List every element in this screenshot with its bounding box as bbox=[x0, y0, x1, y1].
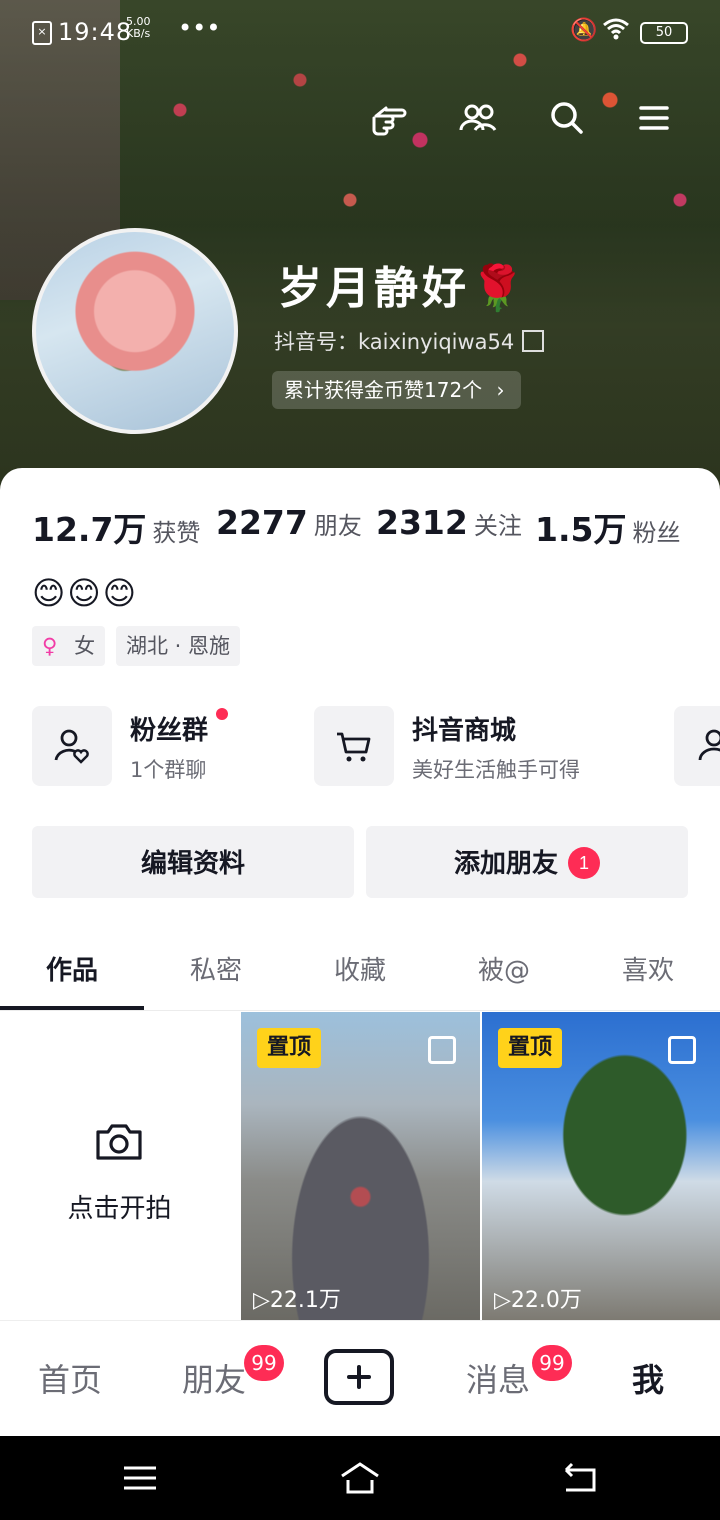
video-thumbnail[interactable]: 置顶 ▷22.1万 bbox=[241, 1012, 480, 1320]
create-button[interactable] bbox=[324, 1349, 394, 1405]
tab-works[interactable]: 作品 bbox=[0, 950, 144, 987]
add-friend-button[interactable]: 添加朋友 1 bbox=[366, 826, 688, 898]
edit-profile-button[interactable]: 编辑资料 bbox=[32, 826, 354, 898]
coin-likes-pill[interactable]: 累计获得金币赞172个 › bbox=[272, 371, 521, 409]
plus-icon bbox=[347, 1365, 371, 1389]
cart-icon bbox=[337, 732, 371, 762]
system-navigation-bar bbox=[0, 1436, 720, 1520]
user-heart-icon bbox=[54, 729, 89, 764]
battery-indicator: 50 bbox=[640, 22, 688, 44]
stat-following[interactable]: 2312 关注 bbox=[376, 503, 522, 542]
avatar[interactable] bbox=[32, 228, 238, 434]
pinned-badge: 置顶 bbox=[498, 1028, 563, 1068]
profile-name: 岁月静好🌹 bbox=[278, 263, 529, 314]
fan-group-red-dot bbox=[216, 708, 228, 720]
add-friend-badge: 1 bbox=[568, 847, 600, 879]
female-icon: ♀ bbox=[42, 634, 58, 658]
play-count: ▷22.0万 bbox=[494, 1288, 582, 1313]
play-icon: ▷ bbox=[494, 1288, 511, 1313]
content-tabs: 作品 私密 收藏 被@ 喜欢 bbox=[0, 940, 720, 1011]
nav-me[interactable]: 我 bbox=[632, 1355, 664, 1401]
bio-emojis: 😊😊😊 bbox=[32, 574, 139, 612]
bottom-navigation: 首页 朋友 99 消息 99 我 bbox=[0, 1320, 720, 1437]
tab-favorites[interactable]: 收藏 bbox=[288, 950, 432, 987]
video-thumbnail[interactable]: 置顶 ▷22.0万 bbox=[482, 1012, 720, 1320]
friends-badge: 99 bbox=[244, 1345, 284, 1381]
tab-private[interactable]: 私密 bbox=[144, 950, 288, 987]
stat-followers[interactable]: 1.5万 粉丝 bbox=[535, 503, 680, 551]
stat-likes[interactable]: 12.7万 获赞 bbox=[32, 503, 200, 551]
bell-muted-icon: 🔕 bbox=[570, 18, 598, 43]
back-icon[interactable] bbox=[558, 1456, 602, 1500]
net-speed: 5.00 KB/s bbox=[126, 15, 151, 40]
multi-image-icon bbox=[428, 1036, 456, 1064]
douyin-id: 抖音号：kaixinyiqiwa54 bbox=[274, 326, 545, 356]
visitors-icon[interactable] bbox=[456, 96, 500, 140]
play-icon: ▷ bbox=[253, 1288, 270, 1313]
nav-home[interactable]: 首页 bbox=[38, 1355, 102, 1401]
tab-likes[interactable]: 喜欢 bbox=[576, 950, 720, 987]
status-bar: × 19:48 5.00 KB/s ••• 🔕 50 bbox=[0, 0, 720, 64]
active-tab-indicator bbox=[0, 1006, 144, 1010]
hand-pointer-icon[interactable] bbox=[368, 96, 412, 140]
qr-code-icon[interactable] bbox=[522, 330, 545, 352]
stat-friends[interactable]: 2277 朋友 bbox=[216, 503, 362, 542]
works-grid: 点击开拍 置顶 ▷22.1万 置顶 ▷22.0万 bbox=[0, 1012, 720, 1320]
home-icon[interactable] bbox=[338, 1456, 382, 1500]
messages-badge: 99 bbox=[532, 1345, 572, 1381]
more-dots: ••• bbox=[178, 14, 221, 42]
pinned-badge: 置顶 bbox=[257, 1028, 322, 1068]
sim-icon: × bbox=[32, 21, 52, 45]
location-tag: 湖北 · 恩施 bbox=[116, 626, 241, 666]
menu-icon[interactable] bbox=[632, 96, 676, 140]
chevron-right-icon: › bbox=[496, 378, 505, 402]
play-count: ▷22.1万 bbox=[253, 1288, 341, 1313]
recents-menu-icon[interactable] bbox=[118, 1456, 162, 1500]
search-icon[interactable] bbox=[545, 96, 589, 140]
user-icon bbox=[698, 729, 720, 761]
fan-group-entry[interactable]: 粉丝群 1个群聊 bbox=[32, 706, 292, 786]
wifi-icon bbox=[603, 18, 629, 46]
nav-messages[interactable]: 消息 bbox=[466, 1355, 530, 1401]
start-shooting-tile[interactable]: 点击开拍 bbox=[0, 1012, 239, 1320]
multi-image-icon bbox=[668, 1036, 696, 1064]
gender-tag: ♀ 女 bbox=[32, 626, 106, 666]
more-feature-entry[interactable] bbox=[674, 706, 720, 786]
douyin-mall-entry[interactable]: 抖音商城 美好生活触手可得 bbox=[314, 706, 654, 786]
nav-friends[interactable]: 朋友 bbox=[182, 1355, 246, 1401]
header-toolbar bbox=[0, 96, 720, 140]
stats-row: 12.7万 获赞 2277 朋友 2312 关注 1.5万 粉丝 bbox=[32, 503, 712, 549]
tab-mentions[interactable]: 被@ bbox=[432, 950, 576, 987]
status-time: 19:48 bbox=[58, 18, 133, 46]
camera-icon bbox=[96, 1124, 142, 1160]
